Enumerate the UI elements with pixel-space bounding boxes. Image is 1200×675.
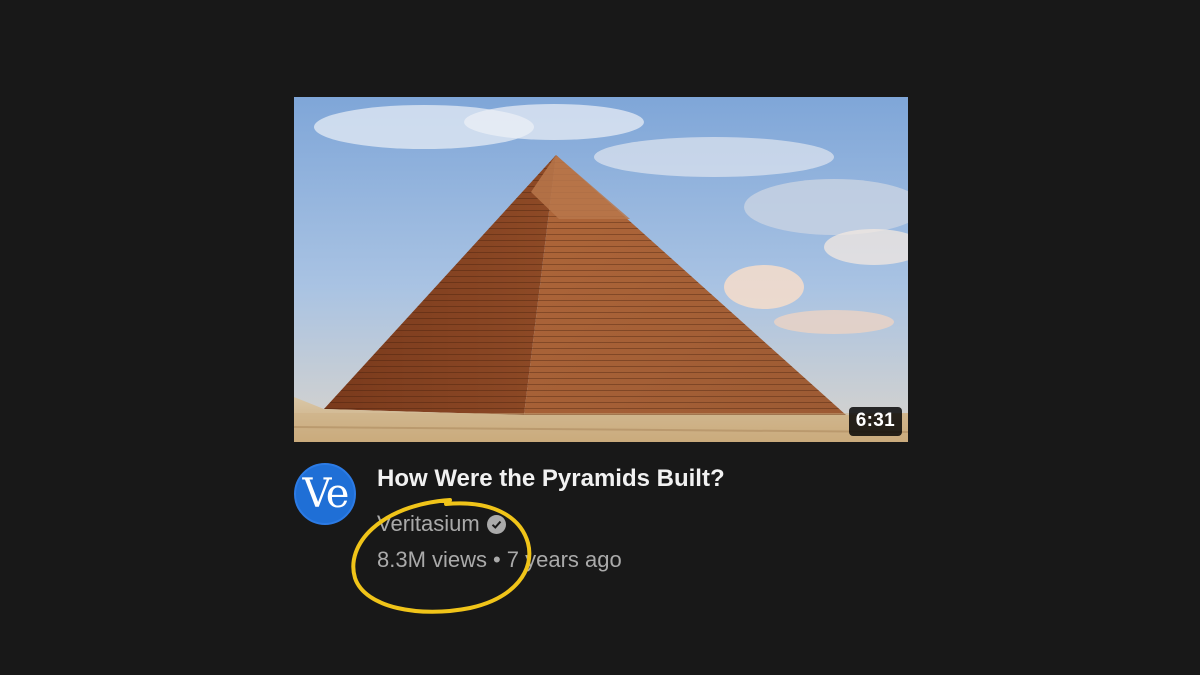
- meta-separator: •: [493, 547, 501, 572]
- pyramid-image: [294, 97, 908, 442]
- channel-avatar[interactable]: Ve: [294, 463, 356, 525]
- video-metadata: 8.3M views • 7 years ago: [377, 547, 622, 573]
- video-duration-badge: 6:31: [848, 407, 902, 436]
- verified-check-icon: [486, 514, 506, 534]
- upload-age: 7 years ago: [506, 547, 622, 572]
- video-thumbnail[interactable]: 6:31: [294, 97, 908, 442]
- video-card[interactable]: 6:31 Ve How Were the Pyramids Built? Ver…: [294, 97, 908, 617]
- channel-row: Veritasium: [377, 511, 506, 537]
- channel-name[interactable]: Veritasium: [377, 511, 480, 537]
- video-title[interactable]: How Were the Pyramids Built?: [377, 465, 725, 493]
- view-count: 8.3M views: [377, 547, 488, 572]
